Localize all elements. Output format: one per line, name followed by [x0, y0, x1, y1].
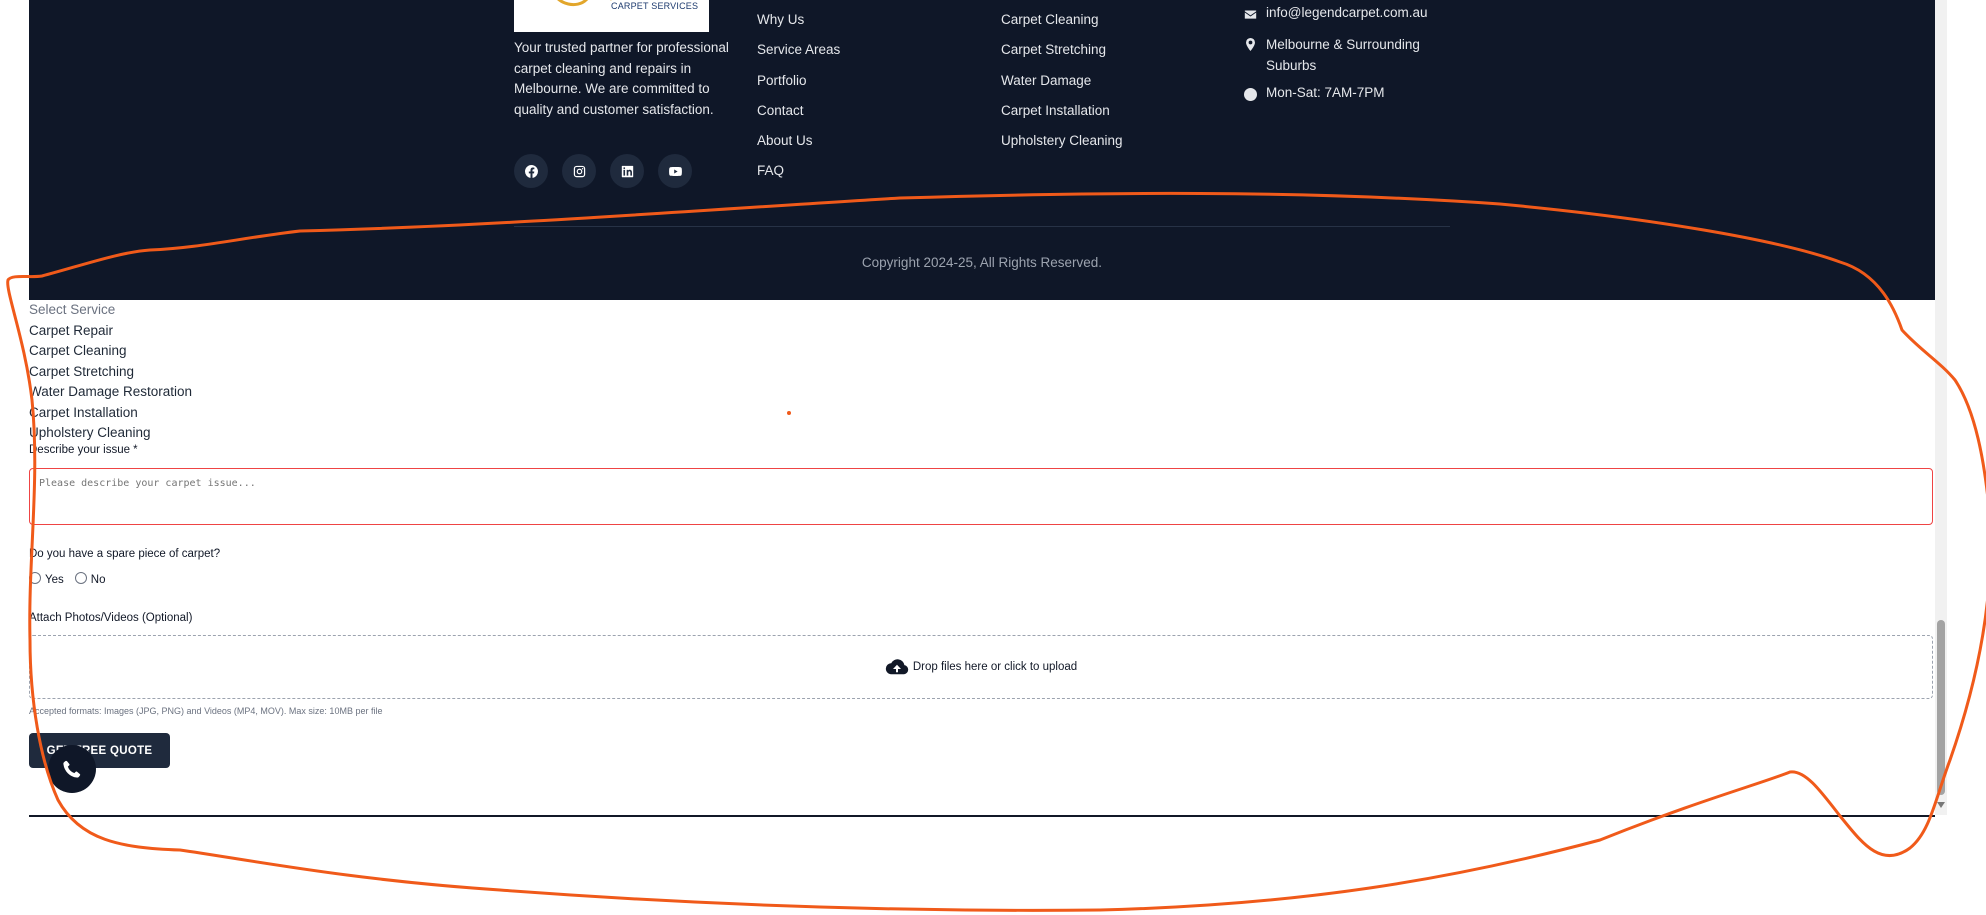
footer-logo[interactable]: CARPET SERVICES — [514, 0, 709, 32]
contact-location-row: Melbourne & Surrounding Suburbs — [1244, 35, 1436, 85]
linkedin-icon[interactable] — [610, 154, 644, 188]
contact-hours-row: Mon-Sat: 7AM-7PM — [1244, 85, 1436, 102]
footer-contact: info@legendcarpet.com.au Melbourne & Sur… — [1244, 5, 1436, 102]
file-upload-dropzone[interactable]: Drop files here or click to upload — [29, 635, 1933, 699]
map-pin-icon — [1244, 38, 1258, 52]
instagram-icon[interactable] — [562, 154, 596, 188]
service-select-options: Select Service Carpet Repair Carpet Clea… — [29, 300, 192, 444]
social-links — [514, 154, 692, 188]
footer-services: Carpet Cleaning Carpet Stretching Water … — [1001, 5, 1123, 156]
service-select-placeholder[interactable]: Select Service — [29, 300, 192, 321]
facebook-icon[interactable] — [514, 154, 548, 188]
contact-email-row: info@legendcarpet.com.au — [1244, 5, 1436, 35]
service-option[interactable]: Carpet Stretching — [29, 362, 192, 383]
page-scrollbar[interactable] — [1935, 0, 1947, 815]
footer-service-upholstery-cleaning[interactable]: Upholstery Cleaning — [1001, 126, 1123, 156]
logo-text: CARPET SERVICES — [611, 1, 699, 11]
footer-service-carpet-stretching[interactable]: Carpet Stretching — [1001, 35, 1123, 65]
service-option[interactable]: Upholstery Cleaning — [29, 423, 192, 444]
contact-hours: Mon-Sat: 7AM-7PM — [1266, 85, 1385, 100]
service-option[interactable]: Carpet Cleaning — [29, 341, 192, 362]
service-option[interactable]: Water Damage Restoration — [29, 382, 192, 403]
scrollbar-thumb[interactable] — [1937, 620, 1945, 795]
logo-swirl-icon — [557, 0, 612, 7]
spare-yes-label: Yes — [45, 574, 64, 586]
spare-carpet-label: Do you have a spare piece of carpet? — [29, 548, 221, 560]
scroll-down-arrow-icon[interactable] — [1937, 802, 1945, 808]
phone-icon — [63, 760, 81, 778]
spare-no-radio[interactable] — [74, 572, 87, 584]
footer-service-carpet-installation[interactable]: Carpet Installation — [1001, 96, 1123, 126]
footer-service-carpet-cleaning[interactable]: Carpet Cleaning — [1001, 5, 1123, 35]
issue-textarea[interactable] — [29, 468, 1933, 525]
youtube-icon[interactable] — [658, 154, 692, 188]
footer-service-water-damage[interactable]: Water Damage — [1001, 66, 1123, 96]
copyright-text: Copyright 2024-25, All Rights Reserved. — [861, 255, 1103, 270]
spare-yes-radio[interactable] — [29, 572, 41, 584]
phone-call-button[interactable] — [48, 745, 96, 793]
footer-link-faq[interactable]: FAQ — [757, 156, 840, 186]
issue-label: Describe your issue * — [29, 444, 138, 456]
footer-divider — [514, 226, 1450, 227]
accepted-formats-note: Accepted formats: Images (JPG, PNG) and … — [29, 706, 383, 716]
footer-link-about-us[interactable]: About Us — [757, 126, 840, 156]
footer-link-service-areas[interactable]: Service Areas — [757, 35, 840, 65]
annotation-loop — [6, 191, 1986, 912]
attach-label: Attach Photos/Videos (Optional) — [29, 612, 193, 624]
clock-icon — [1244, 88, 1258, 102]
upload-text: Drop files here or click to upload — [912, 661, 1078, 673]
service-option[interactable]: Carpet Installation — [29, 403, 192, 424]
footer-link-portfolio[interactable]: Portfolio — [757, 66, 840, 96]
spare-carpet-radios: Yes No — [29, 570, 105, 586]
service-option[interactable]: Carpet Repair — [29, 321, 192, 342]
footer-link-why-us[interactable]: Why Us — [757, 5, 840, 35]
spare-no-label: No — [90, 574, 106, 586]
footer-quick-links: Why Us Service Areas Portfolio Contact A… — [757, 5, 840, 187]
page-bottom-rule — [29, 815, 1935, 817]
cloud-upload-icon — [885, 659, 909, 675]
annotation-dot — [787, 411, 791, 415]
contact-location: Melbourne & Surrounding Suburbs — [1266, 37, 1420, 73]
contact-email[interactable]: info@legendcarpet.com.au — [1266, 5, 1428, 20]
envelope-icon — [1244, 8, 1258, 22]
site-footer: CARPET SERVICES Your trusted partner for… — [29, 0, 1935, 300]
footer-link-contact[interactable]: Contact — [757, 96, 840, 126]
footer-about-text: Your trusted partner for professional ca… — [514, 40, 729, 117]
